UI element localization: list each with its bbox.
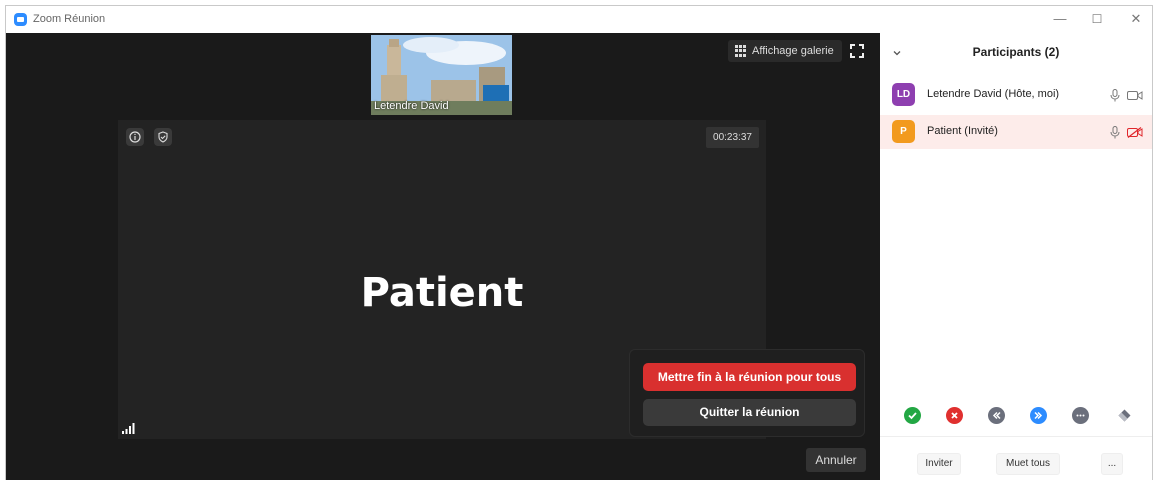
avatar: LD [892, 83, 915, 106]
video-stage: Letendre David Affichage galerie 00:23:3… [6, 33, 880, 480]
minimize-button[interactable]: — [1050, 10, 1070, 28]
gallery-view-button[interactable]: Affichage galerie [728, 40, 842, 62]
grid-icon [735, 45, 747, 57]
participant-row[interactable]: LD Letendre David (Hôte, moi) [880, 78, 1152, 112]
leave-meeting-button[interactable]: Quitter la réunion [643, 399, 856, 426]
gallery-view-label: Affichage galerie [752, 45, 834, 57]
participant-name: Patient (Invité) [927, 125, 998, 137]
nonverbal-feedback-bar [894, 407, 1139, 427]
speaker-name: Patient [360, 270, 524, 316]
cancel-button[interactable]: Annuler [806, 448, 866, 472]
self-video-thumbnail[interactable]: Letendre David [371, 35, 512, 115]
window-title: Zoom Réunion [33, 13, 106, 25]
yes-icon[interactable] [904, 407, 921, 424]
fullscreen-icon[interactable] [850, 44, 864, 58]
clear-icon[interactable] [1116, 407, 1133, 424]
meeting-info-icon[interactable] [126, 128, 144, 146]
mute-all-button[interactable]: Muet tous [996, 453, 1060, 475]
close-button[interactable]: ✕ [1126, 10, 1146, 28]
zoom-window: Zoom Réunion — ☐ ✕ Letendre David Affich… [5, 5, 1153, 480]
more-options-button[interactable]: ... [1101, 453, 1123, 475]
more-icon[interactable] [1072, 407, 1089, 424]
thumbnail-name-label: Letendre David [374, 100, 449, 112]
end-meeting-popup: Mettre fin à la réunion pour tous Quitte… [629, 349, 865, 437]
participants-panel: Participants (2) LD Letendre David (Hôte… [880, 33, 1152, 480]
panel-divider [880, 436, 1152, 437]
encryption-shield-icon[interactable] [154, 128, 172, 146]
microphone-icon[interactable] [1110, 126, 1120, 139]
title-bar: Zoom Réunion — ☐ ✕ [6, 6, 1152, 33]
maximize-button[interactable]: ☐ [1087, 10, 1107, 28]
no-icon[interactable] [946, 407, 963, 424]
faster-icon[interactable] [1030, 407, 1047, 424]
video-off-icon[interactable] [1127, 127, 1143, 138]
meeting-timer: 00:23:37 [706, 127, 759, 148]
participant-row[interactable]: P Patient (Invité) [880, 115, 1152, 149]
invite-button[interactable]: Inviter [917, 453, 961, 475]
end-meeting-for-all-button[interactable]: Mettre fin à la réunion pour tous [643, 363, 856, 391]
zoom-app-icon [14, 13, 27, 26]
slower-icon[interactable] [988, 407, 1005, 424]
microphone-icon[interactable] [1110, 89, 1120, 102]
signal-strength-icon[interactable] [122, 423, 136, 434]
video-camera-icon[interactable] [1127, 90, 1143, 101]
participant-name: Letendre David (Hôte, moi) [927, 88, 1060, 100]
participants-title: Participants (2) [972, 45, 1060, 59]
avatar: P [892, 120, 915, 143]
